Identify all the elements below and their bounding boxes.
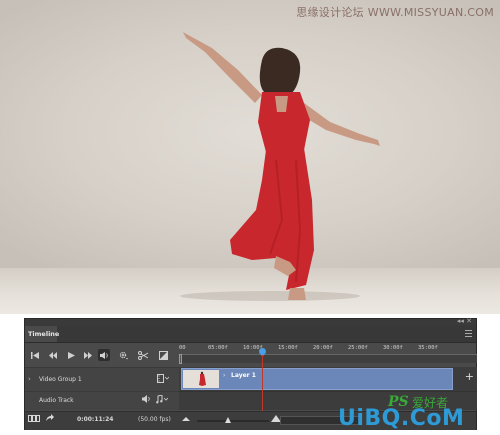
watermark-text: 思缘设计论坛 WWW.MISSYUAN.COM xyxy=(296,6,494,19)
dancer-figure xyxy=(180,32,380,301)
track-label-video-group: Video Group 1 xyxy=(39,376,82,383)
clip-thumbnail xyxy=(183,370,219,388)
playhead-line xyxy=(262,355,263,411)
video-clip-layer-1[interactable]: › Layer 1 xyxy=(181,368,453,390)
zoom-out-icon[interactable] xyxy=(182,415,190,423)
ruler-tick: 15:00f xyxy=(278,345,298,351)
ruler-tick: 35:00f xyxy=(418,345,438,351)
play-icon[interactable] xyxy=(65,349,77,361)
previous-frame-icon[interactable] xyxy=(47,349,59,361)
work-area-start-handle[interactable] xyxy=(179,354,182,364)
panel-tab-bar: Timeline xyxy=(25,326,476,343)
zoom-slider[interactable] xyxy=(197,420,269,422)
transition-icon[interactable] xyxy=(157,349,169,361)
convert-to-frame-animation-icon[interactable] xyxy=(28,415,40,424)
track-label-audio: Audio Track xyxy=(39,397,74,404)
ruler-tick: 05:00f xyxy=(208,345,228,351)
current-timecode[interactable]: 0:00:11:24 xyxy=(77,416,113,423)
photo-canvas: 思缘设计论坛 WWW.MISSYUAN.COM xyxy=(0,0,500,314)
track-lane-video[interactable]: › Layer 1 + xyxy=(179,367,477,391)
site-logo: PS 爱好者 UiBQ.CoM xyxy=(338,394,498,434)
panel-top-bar: ◂◂ ✕ xyxy=(25,317,476,326)
next-frame-icon[interactable] xyxy=(82,349,94,361)
film-strip-icon[interactable] xyxy=(157,374,170,385)
zoom-slider-thumb[interactable] xyxy=(225,417,231,423)
ruler-tick: 20:00f xyxy=(313,345,333,351)
tab-timeline[interactable]: Timeline xyxy=(25,326,59,342)
work-area-bar[interactable] xyxy=(179,355,477,363)
split-scissors-icon[interactable] xyxy=(137,349,149,361)
track-header-video-group[interactable]: › Video Group 1 xyxy=(25,367,179,392)
logo-main-text: UiBQ.CoM xyxy=(338,406,465,431)
time-ruler[interactable]: 00 05:00f 10:00f 15:00f 20:00f 25:00f 30… xyxy=(179,343,477,355)
settings-icon[interactable] xyxy=(117,349,129,361)
music-note-icon[interactable] xyxy=(156,394,169,406)
go-to-first-frame-icon[interactable] xyxy=(29,349,41,361)
playback-controls xyxy=(25,343,179,367)
audio-icon[interactable] xyxy=(98,349,110,361)
add-media-button[interactable]: + xyxy=(465,370,474,384)
panel-menu-icon[interactable] xyxy=(465,330,472,337)
track-header-audio[interactable]: Audio Track xyxy=(25,391,179,410)
ruler-tick: 00 xyxy=(179,345,186,351)
clip-expand-icon[interactable]: › xyxy=(223,372,225,379)
collapse-panel-icon[interactable]: ◂◂ ✕ xyxy=(457,317,472,325)
ruler-tick: 30:00f xyxy=(383,345,403,351)
frame-rate: (50.00 fps) xyxy=(138,416,171,423)
speaker-icon[interactable] xyxy=(142,395,151,405)
chevron-right-icon[interactable]: › xyxy=(28,375,31,383)
clip-label: Layer 1 xyxy=(231,372,256,379)
ruler-tick: 25:00f xyxy=(348,345,368,351)
render-video-icon[interactable] xyxy=(45,414,54,424)
